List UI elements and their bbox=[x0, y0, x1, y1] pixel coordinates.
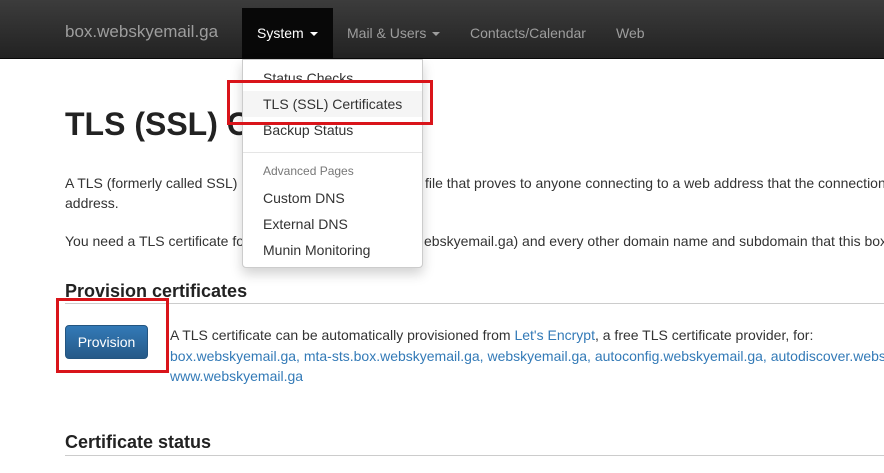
brand-link[interactable]: box.webskyemail.ga bbox=[65, 22, 218, 42]
section-divider bbox=[65, 303, 884, 304]
provision-domains-line1[interactable]: box.webskyemail.ga, mta-sts.box.webskyem… bbox=[170, 346, 884, 366]
intro-paragraph-line2: address. bbox=[65, 195, 119, 211]
need-paragraph-end: ebskyemail.ga) and every other domain na… bbox=[424, 233, 884, 249]
top-navbar: box.webskyemail.ga System Mail & Users C… bbox=[0, 0, 884, 59]
system-dropdown-menu: Status Checks TLS (SSL) Certificates Bac… bbox=[242, 59, 423, 268]
lets-encrypt-link[interactable]: Let's Encrypt bbox=[514, 327, 595, 343]
menu-item-backup-status[interactable]: Backup Status bbox=[243, 117, 422, 143]
certificate-status-title: Certificate status bbox=[65, 432, 212, 452]
provision-text-after: , a free TLS certificate provider, for: bbox=[594, 327, 814, 343]
intro-text-start: A TLS (formerly called SSL) c bbox=[65, 175, 249, 191]
intro-paragraph-line1-end: file that proves to anyone connecting to… bbox=[425, 175, 884, 191]
menu-divider bbox=[243, 152, 422, 153]
menu-item-custom-dns[interactable]: Custom DNS bbox=[243, 185, 422, 211]
chevron-down-icon bbox=[309, 32, 318, 37]
chevron-down-icon bbox=[432, 32, 441, 37]
intro-paragraph-line1: A TLS (formerly called SSL) c bbox=[65, 173, 248, 193]
provision-section-title: Provision certificates bbox=[65, 281, 248, 301]
need-paragraph-start: You need a TLS certificate fo bbox=[65, 233, 245, 249]
nav-mail-users[interactable]: Mail & Users bbox=[332, 8, 455, 59]
provision-domains-line2[interactable]: www.webskyemail.ga bbox=[170, 366, 303, 386]
nav-contacts-calendar[interactable]: Contacts/Calendar bbox=[455, 8, 601, 59]
menu-header-advanced: Advanced Pages bbox=[263, 164, 354, 178]
provision-button[interactable]: Provision bbox=[65, 325, 148, 359]
nav-web[interactable]: Web bbox=[601, 8, 660, 59]
page-title: TLS (SSL) Ce bbox=[65, 106, 268, 142]
nav-web-label: Web bbox=[616, 25, 645, 41]
section-divider bbox=[65, 455, 884, 456]
menu-item-status-checks[interactable]: Status Checks bbox=[243, 65, 422, 91]
menu-item-tls-certificates[interactable]: TLS (SSL) Certificates bbox=[243, 91, 422, 117]
provision-description: A TLS certificate can be automatically p… bbox=[170, 325, 813, 345]
provision-text-before: A TLS certificate can be automatically p… bbox=[170, 327, 515, 343]
nav-system-label: System bbox=[257, 25, 304, 41]
nav-system[interactable]: System bbox=[242, 8, 333, 59]
nav-mail-users-label: Mail & Users bbox=[347, 25, 427, 41]
menu-item-external-dns[interactable]: External DNS bbox=[243, 211, 422, 237]
menu-item-munin-monitoring[interactable]: Munin Monitoring bbox=[243, 237, 422, 263]
nav-contacts-calendar-label: Contacts/Calendar bbox=[470, 25, 586, 41]
